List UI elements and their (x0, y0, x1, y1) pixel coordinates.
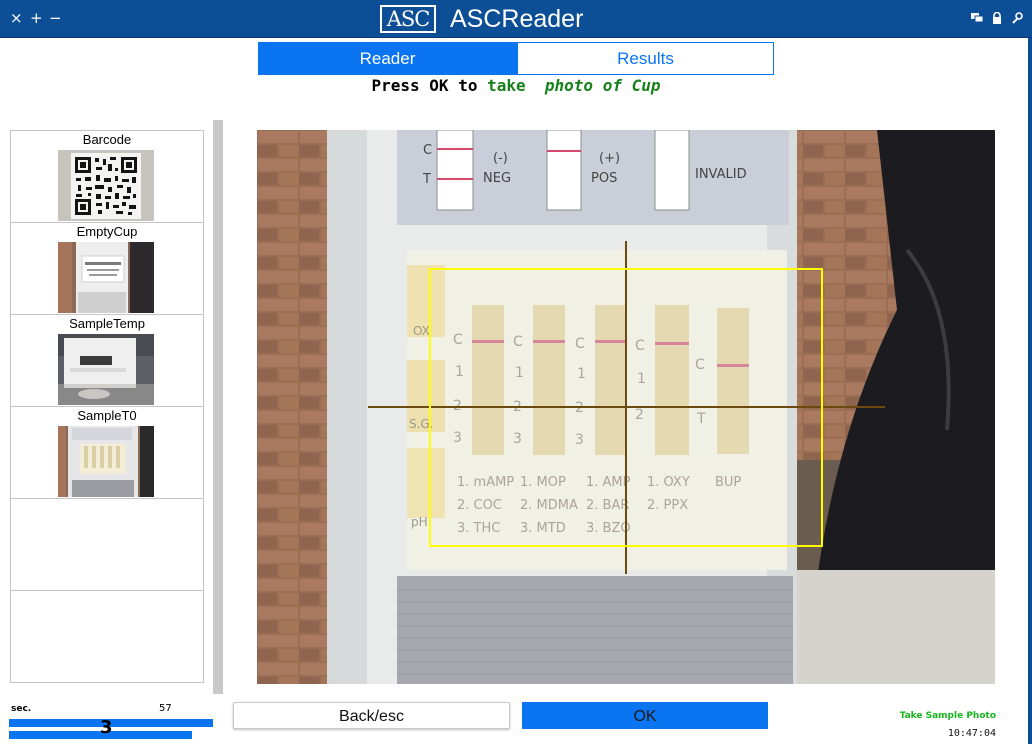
drug-label: 3. MTD (520, 521, 566, 536)
camera-top-label: INVALID (695, 167, 747, 182)
window-frame-edge (1028, 38, 1032, 744)
sample-t0-image (58, 426, 154, 497)
thumbnail-empty-slot[interactable] (11, 499, 203, 591)
close-window-button[interactable]: × (10, 9, 23, 27)
strip-letter: C (695, 357, 705, 373)
drug-label: BUP (715, 475, 741, 490)
lock-icon[interactable] (991, 12, 1003, 24)
chat-icon[interactable] (971, 12, 983, 24)
seconds-count: 3 (100, 717, 113, 738)
drug-label: 1. MOP (520, 475, 566, 490)
strip-letter: 3 (513, 431, 522, 447)
strip-letter: 1 (577, 366, 586, 382)
drug-label: 1. OXY (647, 475, 690, 490)
thumbnail-label: SampleTemp (69, 316, 145, 331)
back-button[interactable]: Back/esc (233, 702, 510, 729)
strip-letter: T (696, 411, 706, 427)
strip-letter: C (635, 338, 645, 354)
drug-label: 2. BAR (586, 498, 629, 513)
camera-top-label: (-) (493, 151, 508, 166)
tab-reader[interactable]: Reader (258, 42, 517, 75)
thumbnail-sample-t0[interactable]: SampleT0 (11, 407, 203, 499)
camera-top-label: (+) (599, 151, 620, 166)
ok-button[interactable]: OK (522, 702, 768, 729)
camera-preview: C T (-) NEG (+) POS INVALID OX S.G. pH C… (257, 130, 995, 684)
thumbnail-scrollbar[interactable] (213, 120, 223, 694)
drug-label: 1. mAMP (457, 475, 514, 490)
drug-label: 2. MDMA (520, 498, 578, 513)
strip-letter: 1 (515, 365, 524, 381)
camera-side-label: pH (411, 515, 428, 529)
camera-top-label: T (422, 172, 431, 187)
drug-label: 1. AMP (586, 475, 631, 490)
camera-side-label: OX (413, 324, 430, 338)
strip-letter: 3 (575, 432, 584, 448)
thumbnail-barcode[interactable]: Barcode (11, 131, 203, 223)
instruction-target: photo of Cup (544, 76, 661, 95)
strip-letter: 1 (637, 371, 646, 387)
camera-top-label: C (423, 143, 432, 158)
strip-letter: 3 (453, 430, 462, 446)
seconds-label: sec. (11, 704, 32, 714)
strip-letter: 2 (635, 407, 644, 423)
drug-label: 3. BZO (586, 521, 631, 536)
thumbnail-sample-temp[interactable]: SampleTemp (11, 315, 203, 407)
thumbnail-label: Barcode (82, 132, 132, 147)
settings-icon[interactable] (1011, 12, 1023, 24)
strip-letter: 1 (455, 364, 464, 380)
instruction-take: take (487, 76, 526, 95)
minimize-window-button[interactable]: − (49, 9, 62, 27)
instruction-press: Press OK to (371, 76, 488, 95)
seconds-max: 57 (159, 703, 172, 714)
drug-label: 3. THC (457, 521, 500, 536)
strip-letter: C (575, 336, 585, 352)
instruction-text: Press OK to take photo of Cup (0, 76, 1032, 96)
asc-logo: ASC (380, 5, 436, 33)
strip-letter: C (513, 334, 523, 350)
strip-letter: C (453, 332, 463, 348)
thumbnail-empty-slot[interactable] (11, 591, 203, 683)
drug-label: 2. COC (457, 498, 502, 513)
thumbnail-list: Barcode EmptyCup SampleTemp SampleT0 (10, 130, 204, 683)
thumbnail-empty-cup[interactable]: EmptyCup (11, 223, 203, 315)
maximize-window-button[interactable]: + (30, 9, 43, 27)
tab-results[interactable]: Results (517, 42, 774, 75)
camera-top-label: POS (591, 171, 617, 186)
barcode-image (58, 150, 154, 221)
title-bar: × + − ASC ASCReader (0, 0, 1032, 38)
thumbnail-label: SampleT0 (77, 408, 137, 423)
status-text: Take Sample Photo (899, 711, 996, 721)
thumbnail-label: EmptyCup (76, 224, 138, 239)
empty-cup-image (58, 242, 154, 313)
sample-temp-image (58, 334, 154, 405)
clock: 10:47:04 (947, 728, 996, 739)
camera-top-label: NEG (483, 171, 511, 186)
app-title: ASCReader (450, 5, 584, 33)
drug-label: 2. PPX (647, 498, 688, 513)
